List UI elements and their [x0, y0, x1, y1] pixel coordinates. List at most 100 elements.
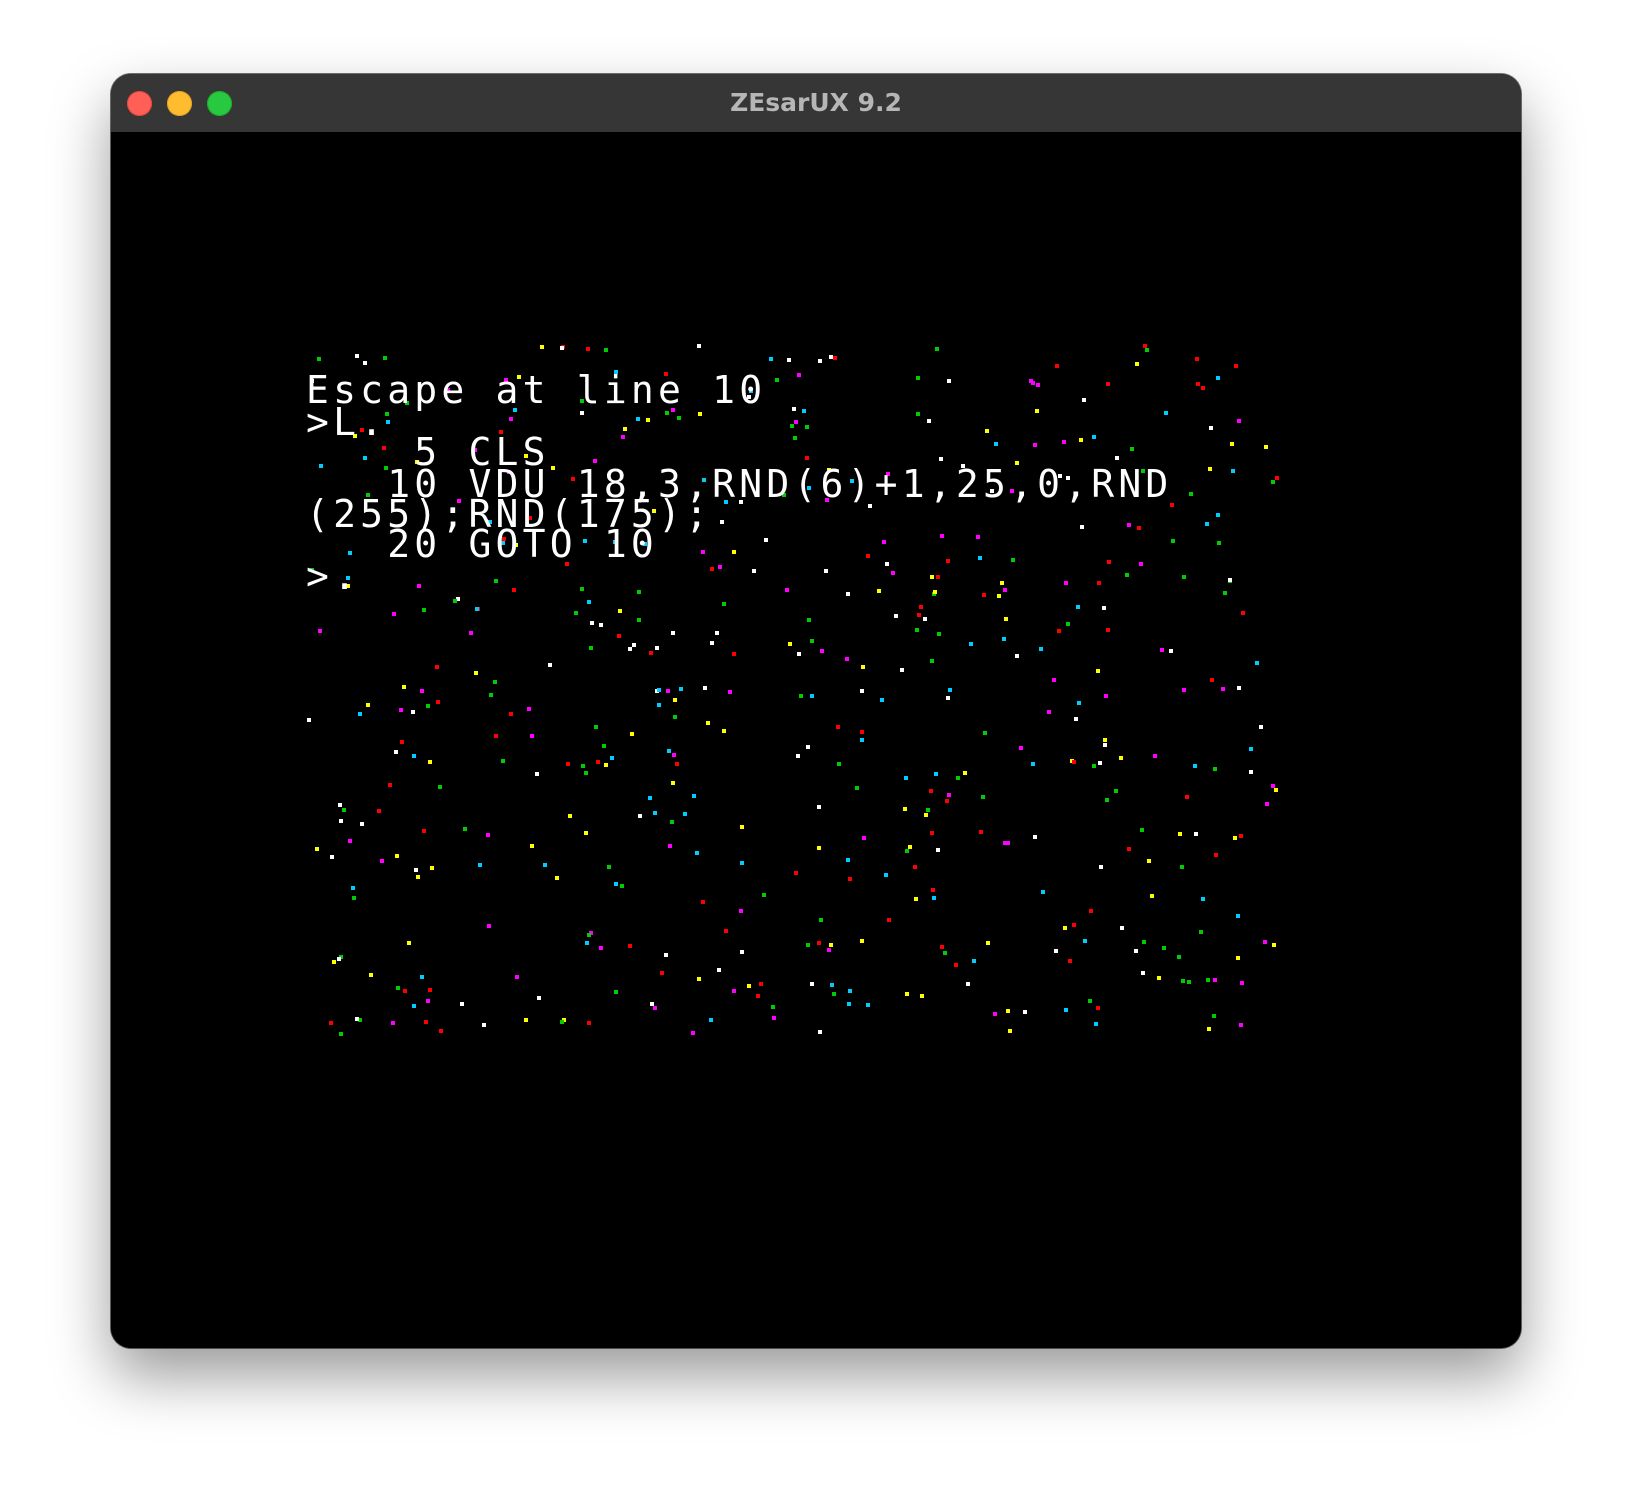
pixel-speck: [677, 416, 681, 420]
pixel-speck: [369, 973, 373, 977]
pixel-speck: [936, 848, 940, 852]
emulator-screen[interactable]: Escape at line 10 >L. 5 CLS 10 VDU 18,3,…: [111, 132, 1521, 1348]
pixel-speck: [604, 348, 608, 352]
pixel-speck: [1099, 865, 1103, 869]
pixel-speck: [993, 1012, 997, 1016]
pixel-speck: [342, 808, 346, 812]
pixel-speck: [1127, 847, 1131, 851]
pixel-speck: [596, 760, 600, 764]
pixel-speck: [797, 652, 801, 656]
pixel-speck: [1054, 949, 1058, 953]
pixel-speck: [594, 725, 598, 729]
pixel-speck: [930, 659, 934, 663]
pixel-speck: [732, 652, 736, 656]
pixel-speck: [954, 963, 958, 967]
pixel-speck: [819, 918, 823, 922]
pixel-speck: [966, 982, 970, 986]
pixel-speck: [400, 740, 404, 744]
pixel-speck: [435, 665, 439, 669]
pixel-speck: [1208, 467, 1212, 471]
pixel-speck: [806, 745, 810, 749]
pixel-speck: [900, 668, 904, 672]
pixel-speck: [1047, 710, 1051, 714]
pixel-speck: [982, 593, 986, 597]
terminal-prompt: >.: [306, 554, 361, 598]
pixel-speck: [1209, 426, 1213, 430]
pixel-speck: [1263, 940, 1267, 944]
pixel-speck: [426, 704, 430, 708]
pixel-speck: [648, 796, 652, 800]
pixel-speck: [1052, 678, 1056, 682]
pixel-speck: [589, 646, 593, 650]
pixel-speck: [530, 734, 534, 738]
pixel-speck: [436, 700, 440, 704]
pixel-speck: [1237, 686, 1241, 690]
pixel-speck: [428, 988, 432, 992]
pixel-speck: [939, 457, 943, 461]
pixel-speck: [792, 407, 796, 411]
pixel-speck: [847, 1002, 851, 1006]
pixel-speck: [489, 693, 493, 697]
pixel-speck: [948, 688, 952, 692]
pixel-speck: [668, 844, 672, 848]
pixel-speck: [1234, 364, 1238, 368]
pixel-speck: [860, 738, 864, 742]
pixel-speck: [584, 831, 588, 835]
pixel-speck: [703, 686, 707, 690]
pixel-speck: [1097, 581, 1101, 585]
pixel-speck: [453, 599, 457, 603]
pixel-speck: [1189, 492, 1193, 496]
pixel-speck: [653, 1006, 657, 1010]
pixel-speck: [1178, 832, 1182, 836]
pixel-speck: [969, 642, 973, 646]
pixel-speck: [411, 710, 415, 714]
pixel-speck: [657, 688, 661, 692]
pixel-speck: [1259, 725, 1263, 729]
pixel-speck: [978, 556, 982, 560]
pixel-speck: [946, 559, 950, 563]
pixel-speck: [628, 647, 632, 651]
pixel-speck: [829, 943, 833, 947]
pixel-speck: [1104, 694, 1108, 698]
pixel-speck: [1062, 440, 1066, 444]
pixel-speck: [317, 357, 321, 361]
pixel-speck: [718, 565, 722, 569]
pixel-speck: [924, 813, 928, 817]
pixel-speck: [337, 957, 341, 961]
pixel-speck: [1213, 767, 1217, 771]
pixel-speck: [937, 632, 941, 636]
pixel-speck: [720, 520, 724, 524]
pixel-speck: [866, 1003, 870, 1007]
pixel-speck: [884, 873, 888, 877]
pixel-speck: [560, 346, 564, 350]
pixel-speck: [818, 359, 822, 363]
pixel-speck: [524, 1018, 528, 1022]
pixel-speck: [732, 989, 736, 993]
pixel-speck: [701, 900, 705, 904]
pixel-speck: [628, 944, 632, 948]
pixel-speck: [587, 933, 591, 937]
pixel-speck: [599, 623, 603, 627]
pixel-speck: [860, 730, 864, 734]
pixel-speck: [1080, 525, 1084, 529]
pixel-speck: [904, 776, 908, 780]
pixel-speck: [722, 729, 726, 733]
pixel-speck: [1098, 761, 1102, 765]
pixel-speck: [1180, 865, 1184, 869]
pixel-speck: [1008, 1029, 1012, 1033]
title-bar[interactable]: ZEsarUX 9.2: [111, 74, 1521, 133]
pixel-speck: [797, 373, 801, 377]
pixel-speck: [1119, 756, 1123, 760]
pixel-speck: [339, 819, 343, 823]
pixel-speck: [805, 425, 809, 429]
pixel-speck: [1223, 591, 1227, 595]
pixel-speck: [846, 592, 850, 596]
pixel-speck: [1205, 522, 1209, 526]
pixel-speck: [1264, 445, 1268, 449]
pixel-speck: [1212, 1014, 1216, 1018]
pixel-speck: [832, 992, 836, 996]
pixel-speck: [914, 897, 918, 901]
pixel-speck: [1036, 383, 1040, 387]
pixel-speck: [667, 749, 671, 753]
pixel-speck: [860, 689, 864, 693]
